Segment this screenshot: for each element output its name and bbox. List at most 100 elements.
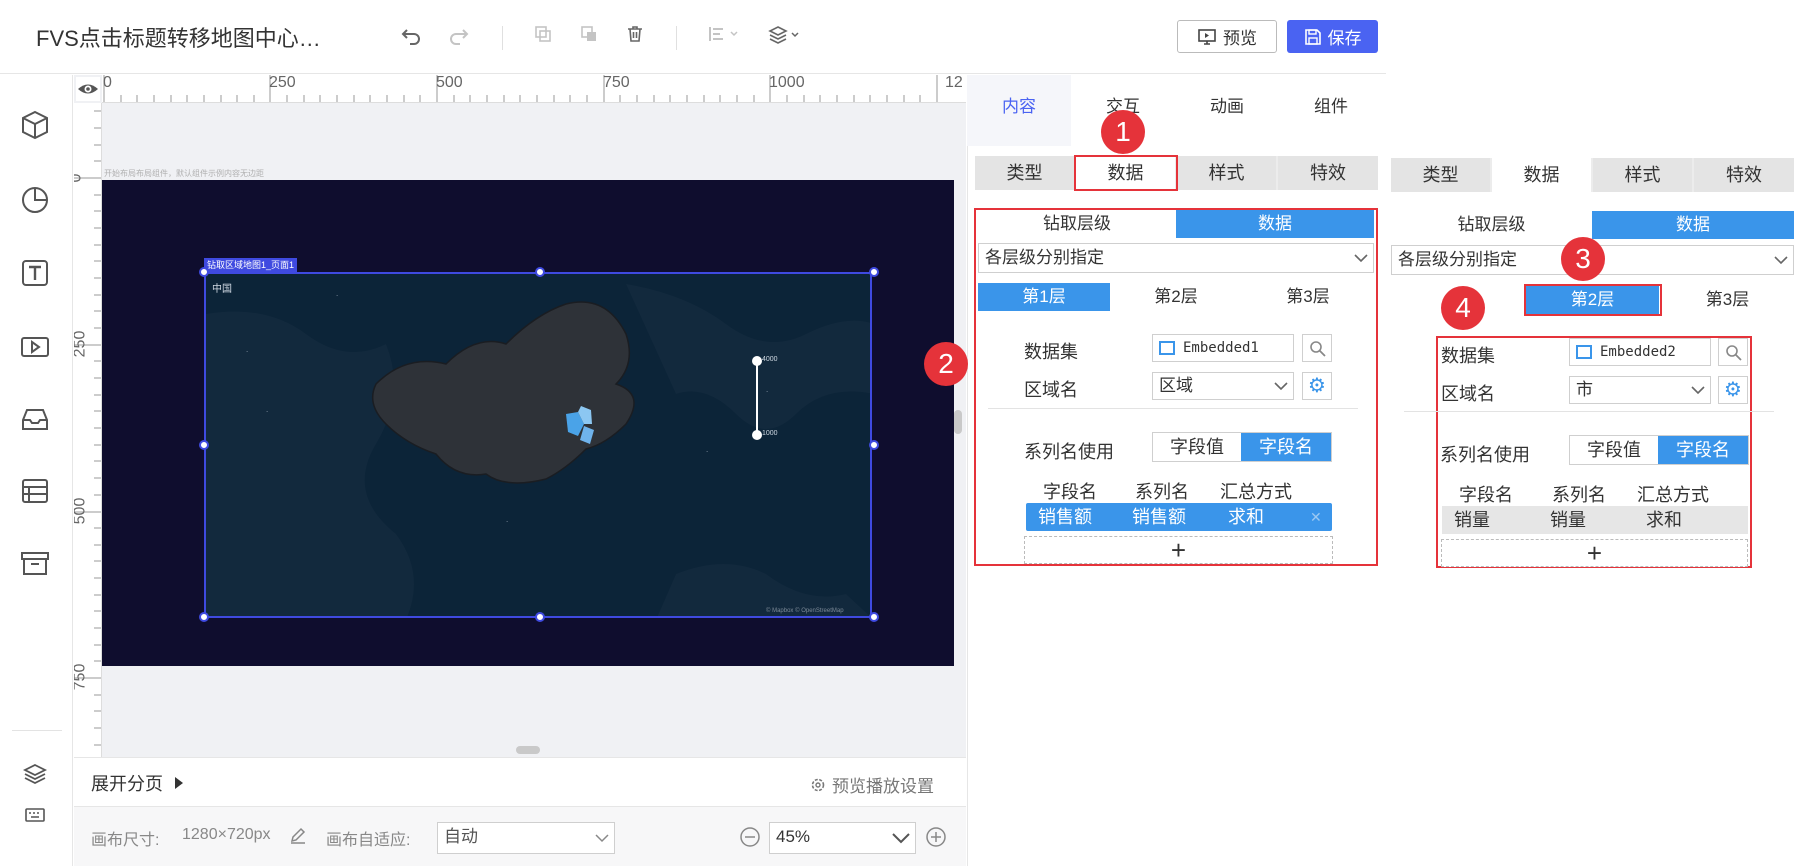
legend-handle-bottom[interactable] [752, 430, 762, 440]
panel2-series-toggle: 字段值 字段名 [1569, 435, 1749, 465]
svg-text:·: · [336, 292, 338, 300]
panel1-region-value: 区域 [1159, 376, 1193, 395]
layer-order-icon[interactable] [766, 24, 802, 50]
preview-label: 预览 [1223, 29, 1257, 48]
panel1-dataset-label: 数据集 [1024, 342, 1078, 362]
panel1-layer-1[interactable]: 第1层 [978, 283, 1110, 311]
panel1-add-field-button[interactable]: + [1024, 536, 1333, 564]
preview-settings-button[interactable]: 预览播放设置 [810, 772, 934, 797]
caret-right-icon [175, 777, 183, 789]
panel1-dataset-value: Embedded1 [1183, 340, 1259, 356]
panel2-subtab-data[interactable]: 数据 [1492, 158, 1591, 192]
resize-handle[interactable] [199, 440, 209, 450]
redo-icon[interactable] [446, 24, 472, 50]
panel1-field-row[interactable]: 销售额 销售额 求和 ✕ [1026, 503, 1332, 531]
panel2-search-button[interactable] [1718, 338, 1748, 366]
drill-map-widget[interactable]: · · · · · · 中国 4000 1000 © Mapbox © OpenStre… [204, 272, 872, 618]
divider [1404, 411, 1774, 412]
media-icon[interactable] [18, 330, 54, 366]
ruler-left-label: 0 [74, 174, 85, 183]
zoom-value: 45% [776, 827, 811, 846]
panel1-layer-3[interactable]: 第3层 [1242, 283, 1374, 311]
edit-icon[interactable] [288, 825, 308, 850]
panel1-col-header: 字段名 [1030, 478, 1110, 505]
resize-handle[interactable] [869, 267, 879, 277]
resize-handle[interactable] [869, 612, 879, 622]
zoom-select[interactable]: 45% [769, 822, 916, 854]
ruler-top-label: 250 [269, 75, 296, 91]
panel2-toggle-field-value[interactable]: 字段值 [1570, 436, 1658, 464]
resize-handle[interactable] [199, 267, 209, 277]
canvas-horizontal-scrollbar[interactable] [516, 746, 540, 754]
expand-pages-button[interactable]: 展开分页 [91, 770, 185, 796]
save-icon [1304, 28, 1321, 45]
panel2-subtab-type[interactable]: 类型 [1391, 158, 1490, 192]
tab-content[interactable]: 内容 [967, 75, 1071, 146]
page-title[interactable]: FVS点击标题转移地图中心… [36, 21, 321, 53]
paste-icon[interactable] [576, 24, 602, 50]
panel1-toggle-field-name[interactable]: 字段名 [1241, 433, 1331, 461]
panel1-subtab-type[interactable]: 类型 [975, 156, 1074, 190]
svg-text:·: · [246, 348, 248, 356]
resize-handle[interactable] [535, 612, 545, 622]
resize-handle[interactable] [199, 612, 209, 622]
panel2-subtab-style[interactable]: 样式 [1593, 158, 1692, 192]
tab-component[interactable]: 组件 [1279, 75, 1383, 146]
panel2-region-select[interactable]: 市 [1569, 376, 1711, 404]
resize-handle[interactable] [869, 440, 879, 450]
keyboard-icon[interactable] [18, 804, 54, 828]
legend-bar[interactable] [756, 360, 758, 436]
panel1-region-select[interactable]: 区域 [1152, 372, 1294, 400]
settings-icon [811, 778, 825, 791]
dataset-icon [1159, 341, 1175, 355]
panel1-subtab-style[interactable]: 样式 [1177, 156, 1276, 190]
cube-icon[interactable] [18, 108, 54, 144]
align-icon[interactable] [706, 24, 742, 50]
ruler-top-label: 1000 [769, 75, 805, 91]
panel2-dataset-select[interactable]: Embedded2 [1569, 338, 1711, 366]
pie-chart-icon[interactable] [18, 182, 54, 218]
eye-icon[interactable] [76, 77, 100, 101]
text-icon[interactable] [18, 256, 54, 292]
save-button[interactable]: 保存 [1287, 20, 1378, 53]
chevron-down-icon [892, 833, 910, 844]
panel2-gear-button[interactable]: ⚙ [1718, 376, 1748, 404]
panel2-drill-tab[interactable]: 钻取层级 [1391, 211, 1592, 239]
panel2-add-field-button[interactable]: + [1441, 539, 1748, 567]
legend-handle-top[interactable] [752, 356, 762, 366]
archive-icon[interactable] [18, 546, 54, 582]
undo-icon[interactable] [398, 24, 424, 50]
panel1-toggle-field-value[interactable]: 字段值 [1153, 433, 1241, 461]
panel1-search-button[interactable] [1302, 334, 1332, 362]
panel1-subtab-effect[interactable]: 特效 [1278, 156, 1378, 190]
divider [988, 408, 1358, 409]
panel1-layer-2[interactable]: 第2层 [1110, 283, 1242, 311]
panel1-gear-button[interactable]: ⚙ [1302, 372, 1332, 400]
copy-icon[interactable] [530, 24, 556, 50]
preview-button[interactable]: 预览 [1177, 20, 1277, 53]
close-icon[interactable]: ✕ [1310, 503, 1322, 531]
panel2-field-row[interactable]: 销量 销量 求和 [1442, 506, 1748, 534]
panel1-series-toggle: 字段值 字段名 [1152, 432, 1332, 462]
panel1-mode-select[interactable]: 各层级分别指定 [978, 243, 1374, 273]
canvas-fit-select[interactable]: 自动 [437, 822, 615, 854]
zoom-out-icon[interactable] [739, 826, 761, 853]
canvas-vertical-scrollbar[interactable] [954, 410, 962, 434]
panel2-toggle-field-name[interactable]: 字段名 [1658, 436, 1748, 464]
panel2-subtab-effect[interactable]: 特效 [1694, 158, 1794, 192]
table-icon[interactable] [18, 474, 54, 510]
resize-handle[interactable] [535, 267, 545, 277]
delete-icon[interactable] [622, 24, 648, 50]
canvas-fit-label: 画布自适应: [326, 832, 411, 849]
panel1-drill-tab[interactable]: 钻取层级 [978, 210, 1176, 238]
inbox-icon[interactable] [18, 402, 54, 438]
panel2-layer-3[interactable]: 第3层 [1661, 286, 1794, 314]
panel1-dataset-select[interactable]: Embedded1 [1152, 334, 1294, 362]
panel2-series-usage-label: 系列名使用 [1440, 445, 1530, 465]
layers-icon[interactable] [18, 762, 54, 788]
save-label: 保存 [1327, 29, 1362, 48]
panel2-data-tab[interactable]: 数据 [1592, 211, 1794, 239]
panel1-data-tab[interactable]: 数据 [1176, 210, 1374, 238]
tab-animation[interactable]: 动画 [1175, 75, 1279, 146]
zoom-in-icon[interactable] [925, 826, 947, 853]
